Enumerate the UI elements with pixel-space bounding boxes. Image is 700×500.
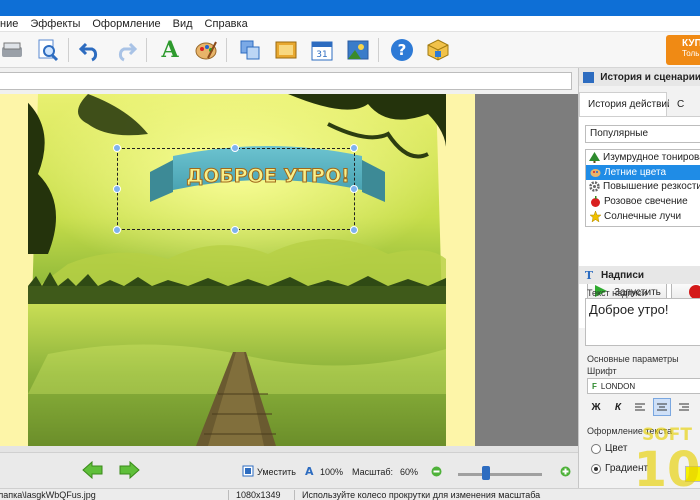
- list-item[interactable]: Летние цвета: [586, 164, 700, 180]
- bottom-toolbar: Уместить A 100% Масштаб: 60%: [0, 452, 578, 488]
- resize-handle[interactable]: [113, 144, 121, 152]
- tab-history[interactable]: История действий: [579, 92, 673, 116]
- next-arrow-icon[interactable]: [118, 460, 140, 482]
- package-icon[interactable]: [424, 36, 452, 64]
- apple-icon: [589, 196, 601, 208]
- canvas-area[interactable]: ДОБРОЕ УТРО!: [0, 94, 578, 452]
- zoom-in-icon[interactable]: [560, 466, 571, 480]
- title-bar: [0, 0, 700, 16]
- list-item[interactable]: Изумрудное тонирование: [586, 150, 700, 165]
- tab-scenarios[interactable]: С: [669, 92, 700, 116]
- basic-params-label: Основные параметры: [587, 354, 679, 364]
- preset-list: Изумрудное тонирование Летние цвета Повы…: [585, 149, 700, 227]
- svg-text:?: ?: [398, 41, 407, 59]
- zoom-out-icon[interactable]: [431, 466, 442, 480]
- zoom-100-button[interactable]: 100%: [320, 467, 343, 477]
- status-bar: лапка\lasgkWbQFus.jpg 1080x1349 Использу…: [0, 488, 700, 500]
- caption-text-input[interactable]: Доброе утро!: [585, 298, 700, 346]
- resize-handle[interactable]: [231, 144, 239, 152]
- resize-handle[interactable]: [350, 185, 358, 193]
- menu-item-effects[interactable]: Эффекты: [26, 18, 84, 30]
- zoom-slider-thumb[interactable]: [482, 466, 490, 480]
- font-select[interactable]: F LONDON: [587, 378, 700, 394]
- zoom-100-icon[interactable]: A: [305, 465, 317, 480]
- caption-text-label: Текст надписи: [587, 288, 647, 298]
- font-label: Шрифт: [587, 366, 617, 376]
- list-item[interactable]: Солнечные лучи: [586, 209, 700, 224]
- resize-handle[interactable]: [113, 185, 121, 193]
- zoom-slider-track[interactable]: [458, 473, 542, 476]
- svg-text:31: 31: [316, 50, 327, 60]
- svg-text:10: 10: [636, 442, 698, 492]
- menu-item-design[interactable]: Оформление: [88, 18, 164, 30]
- zoom-page-icon[interactable]: [34, 36, 62, 64]
- fit-icon[interactable]: [242, 465, 254, 480]
- crop-icon[interactable]: [236, 36, 264, 64]
- palette-icon: [589, 166, 601, 178]
- status-hint: Используйте колесо прокрутки для изменен…: [302, 490, 541, 500]
- path-bar: [0, 68, 578, 94]
- history-header: История и сценарии: [579, 68, 700, 86]
- resize-handle[interactable]: [113, 226, 121, 234]
- status-file-path: лапка\lasgkWbQFus.jpg: [0, 490, 96, 500]
- status-dimensions: 1080x1349: [236, 490, 281, 500]
- align-left-icon[interactable]: [631, 398, 649, 416]
- calendar-icon[interactable]: 31: [308, 36, 336, 64]
- text-icon[interactable]: A: [156, 36, 184, 64]
- resize-handle[interactable]: [350, 144, 358, 152]
- resize-handle[interactable]: [350, 226, 358, 234]
- format-row: Ж К: [587, 398, 697, 416]
- list-item[interactable]: Розовое свечение: [586, 194, 700, 209]
- italic-button[interactable]: К: [609, 398, 627, 416]
- align-center-icon[interactable]: [653, 398, 671, 416]
- color-option-label: Цвет: [605, 443, 628, 454]
- list-item[interactable]: Повышение резкости: [586, 180, 700, 195]
- menu-item-help[interactable]: Справка: [201, 18, 252, 30]
- color-radio[interactable]: [591, 444, 601, 454]
- align-right-icon[interactable]: [675, 398, 693, 416]
- resize-handle[interactable]: [231, 226, 239, 234]
- photo-icon[interactable]: [344, 36, 372, 64]
- menu-item-view[interactable]: Вид: [169, 18, 197, 30]
- toolbar: A 31 ? КУП Толь: [0, 32, 700, 68]
- soft-watermark-logo: SOFT 10: [634, 422, 700, 498]
- scale-value: 60%: [400, 467, 419, 477]
- scanner-icon[interactable]: [0, 36, 26, 64]
- menu-item-file[interactable]: ние: [0, 18, 22, 30]
- svg-text:A: A: [305, 465, 314, 477]
- star-icon: [589, 211, 601, 223]
- gradient-radio[interactable]: [591, 464, 601, 474]
- buy-button[interactable]: КУП Толь: [666, 35, 700, 65]
- captions-header: T Надписи: [579, 266, 700, 284]
- undo-icon[interactable]: [76, 36, 104, 64]
- history-icon: [583, 71, 595, 83]
- preset-category-select[interactable]: Популярные: [585, 125, 700, 143]
- font-type-icon: F: [592, 381, 597, 391]
- frame-icon[interactable]: [272, 36, 300, 64]
- help-icon[interactable]: ?: [388, 36, 416, 64]
- selection-box[interactable]: [117, 148, 355, 230]
- path-field[interactable]: [0, 72, 572, 90]
- redo-icon[interactable]: [112, 36, 140, 64]
- tree-icon: [589, 151, 600, 163]
- gear-icon: [589, 181, 600, 193]
- palette-icon[interactable]: [192, 36, 220, 64]
- menu-bar: ние Эффекты Оформление Вид Справка: [0, 16, 700, 32]
- scale-label: Масштаб:: [352, 467, 394, 477]
- prev-arrow-icon[interactable]: [82, 460, 104, 482]
- text-t-icon: T: [584, 268, 594, 282]
- fit-button[interactable]: Уместить: [257, 467, 296, 477]
- bold-button[interactable]: Ж: [587, 398, 605, 416]
